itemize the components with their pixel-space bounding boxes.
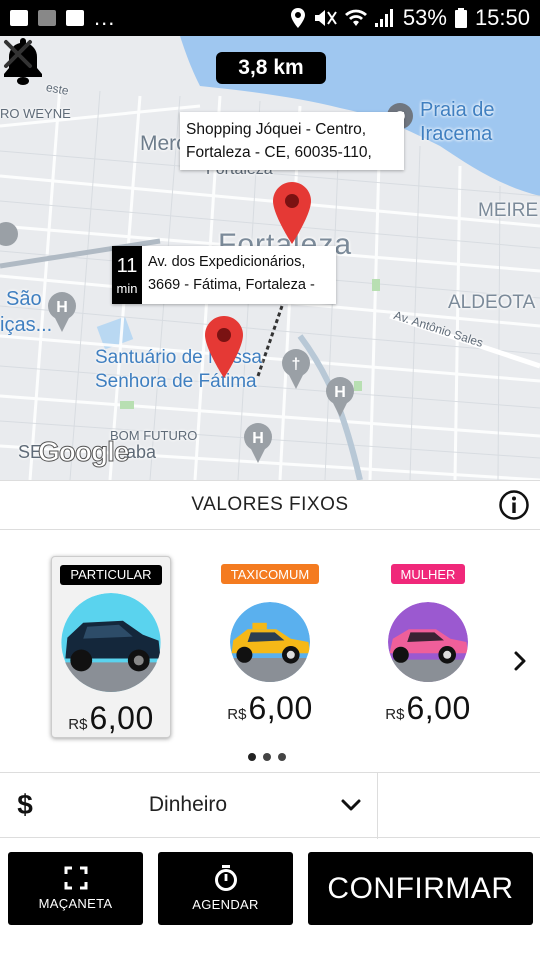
category-price: R$ 6,00 [227,690,312,727]
agendar-label: AGENDAR [192,897,259,912]
info-icon[interactable] [498,489,530,521]
price-currency: R$ [385,706,405,723]
eta-value: 11 [116,254,138,277]
map-label-sao: São [6,288,42,310]
category-price: R$ 6,00 [68,700,153,737]
category-badge: PARTICULAR [60,565,162,585]
more-notifications: ... [94,5,116,30]
car-mulher-icon [388,602,468,682]
svg-text:H: H [252,430,264,447]
payment-method-label: Dinheiro [148,793,228,816]
app-notification-icon [38,10,56,26]
distance-badge: 3,8 km [216,52,326,84]
origin-address: Av. dos Expedicionários, 3669 - Fátima, … [147,254,315,293]
payment-selector[interactable]: $ Dinheiro [0,772,540,839]
action-bar: MAÇANETA AGENDAR CONFIRMAR [0,852,540,926]
price-value: 6,00 [89,700,154,736]
map-label-meireles: MEIRE [478,200,539,221]
map-label-gaba: aba [126,442,157,462]
price-currency: R$ [68,716,88,733]
battery-icon [454,8,467,28]
macaneta-label: MAÇANETA [38,896,113,911]
category-card-taxicomum[interactable]: TAXICOMUM R$ 6,00 [210,556,330,738]
category-badge: TAXICOMUM [220,564,320,584]
map-label-cas: iças... [0,314,53,336]
mute-icon [314,10,337,26]
chevron-down-icon[interactable] [326,793,376,817]
pagination-dot[interactable] [263,753,271,761]
macaneta-button[interactable]: MAÇANETA [8,852,143,925]
price-value: 6,00 [248,690,313,726]
route-map[interactable]: H H H † RO WEYNE este Merc Fortaleza Pra… [0,36,540,480]
map-label-praia-de-iracema: Praia de Iracema [420,99,495,145]
destination-pin-icon[interactable] [273,182,311,244]
chevron-right-icon[interactable] [510,649,530,673]
battery-percent: 53% [402,5,447,30]
car-taxi-icon [230,602,310,682]
system-status: 53% 15:50 [290,5,530,31]
svg-text:H: H [334,384,346,401]
status-bar: ... 53% 15:50 [0,0,540,36]
svg-text:H: H [56,299,68,316]
destination-callout[interactable]: Shopping Jóquei - Centro, Fortaleza - CE… [180,112,404,170]
dollar-icon: $ [17,789,33,820]
signal-icon [374,9,393,27]
category-badge: MULHER [390,564,466,584]
origin-pin-icon[interactable] [205,316,243,378]
eta-unit: min [116,280,138,296]
fixed-values-header: VALORES FIXOS [0,480,540,530]
map-label-aldeota: ALDEOTA [448,292,536,313]
svg-text:†: † [292,356,301,373]
notification-icons: ... [10,5,115,31]
wifi-icon [344,9,367,26]
confirm-button[interactable]: CONFIRMAR [308,852,533,925]
origin-callout[interactable]: 11 min Av. dos Expedicionários, 3669 - F… [112,246,336,304]
price-value: 6,00 [406,690,471,726]
image-notification-icon [10,10,28,26]
maps-notification-icon [66,10,84,26]
category-card-particular[interactable]: PARTICULAR R$ 6,00 [51,556,171,738]
stopwatch-icon [214,865,237,891]
category-card-mulher[interactable]: MULHER R$ 6,00 [368,556,488,738]
expand-icon [64,866,87,890]
google-logo: Google [37,436,129,468]
close-icon[interactable] [0,36,36,72]
carousel-pagination [248,753,286,761]
car-particular-icon [61,592,161,692]
category-price: R$ 6,00 [385,690,470,727]
map-label-weyne: RO WEYNE [0,106,71,121]
confirm-label: CONFIRMAR [327,871,514,905]
eta-box: 11 min [112,246,142,304]
location-icon [290,8,305,28]
agendar-button[interactable]: AGENDAR [158,852,293,925]
category-carousel[interactable]: PARTICULAR R$ 6,00 TAXICOMUM R$ 6,00 MUL… [0,531,540,771]
price-currency: R$ [227,706,247,723]
pagination-dot[interactable] [278,753,286,761]
payment-divider [377,773,378,839]
fixed-values-title: VALORES FIXOS [191,494,349,515]
clock: 15:50 [474,5,530,30]
pagination-dot[interactable] [248,753,256,761]
